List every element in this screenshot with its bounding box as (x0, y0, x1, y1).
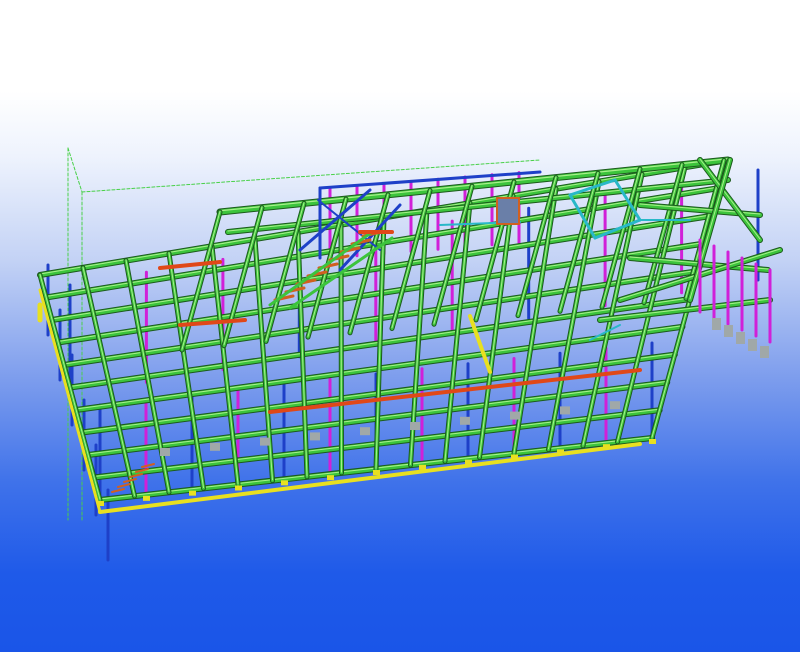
base-plate (143, 495, 150, 501)
foundation-pad (760, 346, 769, 358)
base-plate (419, 464, 426, 470)
foundation-pad (260, 437, 270, 446)
model-viewport[interactable] (0, 0, 800, 652)
stair-tread (117, 483, 131, 488)
base-plate (235, 485, 242, 491)
base-plate (97, 501, 104, 506)
foundation-pad (610, 401, 620, 410)
foundation-pad (410, 422, 420, 430)
stair-tread (141, 463, 155, 468)
base-plate (327, 475, 334, 481)
work-area-edge (67, 147, 83, 193)
foundation-pad (560, 406, 570, 415)
foundation-pad (724, 325, 733, 337)
base-plate (189, 490, 196, 496)
foundation-pad (160, 448, 170, 456)
foundation-pad (736, 332, 745, 344)
base-plate (281, 480, 288, 486)
foundation-pad (510, 411, 520, 420)
foundation-pad (210, 442, 220, 451)
base-plate (557, 449, 564, 455)
base-plate (511, 454, 518, 460)
structural-model[interactable] (0, 0, 800, 652)
foundation-pad (748, 339, 757, 351)
yellow-member (468, 314, 492, 374)
base-plate (649, 439, 656, 444)
base-plate (465, 459, 472, 465)
lift-cage-body (497, 198, 519, 224)
lift-cage (496, 197, 520, 225)
roof-purlin-highlight (340, 223, 342, 473)
stair-tread (111, 488, 125, 493)
base-plate (373, 470, 380, 475)
orange-rafters (158, 230, 642, 414)
base-plate (603, 444, 610, 450)
foundation-pad (460, 416, 470, 425)
foundation-pad (310, 432, 320, 441)
foundation-pad (360, 427, 370, 436)
foundation-pad (712, 318, 721, 330)
